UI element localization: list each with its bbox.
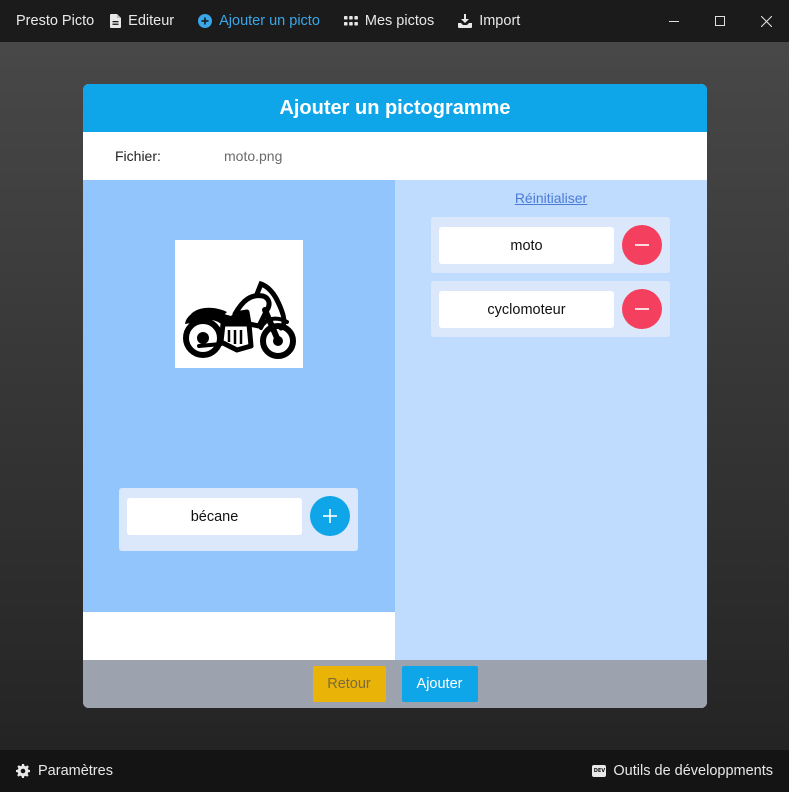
plus-icon: [323, 509, 337, 523]
new-keyword-group: bécane: [119, 488, 358, 551]
add-button[interactable]: Ajouter: [401, 666, 478, 702]
dialog-body: bécane Réinitialiser moto cyclomoteur: [83, 180, 707, 660]
nav-import-label: Import: [479, 13, 521, 29]
add-picto-dialog: Ajouter un pictogramme Fichier: moto.png: [83, 84, 707, 708]
file-label: Fichier:: [115, 148, 161, 164]
grid-icon: [343, 16, 358, 26]
nav-ajouter-picto-label: Ajouter un picto: [219, 13, 320, 29]
dialog-footer: Retour Ajouter: [83, 660, 707, 708]
maximize-icon: [715, 16, 725, 26]
back-button[interactable]: Retour: [312, 666, 386, 702]
keywords-panel: Réinitialiser moto cyclomoteur: [395, 180, 707, 660]
keyword-item: moto: [431, 217, 670, 273]
minimize-button[interactable]: [651, 0, 697, 42]
devtools-label: Outils de développments: [613, 763, 773, 779]
picto-preview: [175, 240, 303, 368]
nav-ajouter-picto[interactable]: Ajouter un picto: [198, 13, 320, 29]
maximize-button[interactable]: [697, 0, 743, 42]
settings-button[interactable]: Paramètres: [16, 763, 113, 779]
keyword-input[interactable]: cyclomoteur: [439, 291, 614, 328]
minus-icon: [635, 244, 649, 246]
plus-circle-icon: [198, 14, 213, 28]
nav-editeur-label: Editeur: [128, 13, 175, 29]
remove-keyword-button[interactable]: [622, 225, 662, 265]
minus-icon: [635, 308, 649, 310]
window-controls: [651, 0, 789, 42]
keyword-input[interactable]: moto: [439, 227, 614, 264]
reset-link[interactable]: Réinitialiser: [395, 190, 707, 206]
nav-mes-pictos[interactable]: Mes pictos: [343, 13, 435, 29]
app-name: Presto Picto: [16, 13, 95, 29]
title-bar: Presto Picto Editeur Ajouter un picto Me…: [0, 0, 789, 42]
new-keyword-input[interactable]: bécane: [127, 498, 302, 535]
motorcycle-icon: [183, 280, 296, 359]
settings-label: Paramètres: [38, 763, 113, 779]
download-icon: [458, 14, 473, 28]
dev-badge-icon: DEV: [592, 765, 607, 777]
nav-import[interactable]: Import: [458, 13, 520, 29]
keyword-item: cyclomoteur: [431, 281, 670, 337]
dialog-title: Ajouter un pictogramme: [83, 84, 707, 132]
minimize-icon: [669, 21, 679, 22]
gear-icon: [16, 764, 30, 778]
add-keyword-button[interactable]: [310, 496, 350, 536]
nav-editeur[interactable]: Editeur: [110, 13, 174, 29]
preview-panel: bécane: [83, 180, 395, 612]
file-name: moto.png: [224, 148, 283, 164]
file-row: Fichier: moto.png: [83, 132, 707, 180]
remove-keyword-button[interactable]: [622, 289, 662, 329]
close-icon: [760, 15, 772, 27]
close-button[interactable]: [743, 0, 789, 42]
preview-panel-spacer: [83, 612, 395, 660]
nav-mes-pictos-label: Mes pictos: [364, 13, 435, 29]
file-icon: [110, 14, 122, 28]
status-bar: Paramètres DEV Outils de développments: [0, 750, 789, 792]
devtools-button[interactable]: DEV Outils de développments: [592, 763, 773, 779]
